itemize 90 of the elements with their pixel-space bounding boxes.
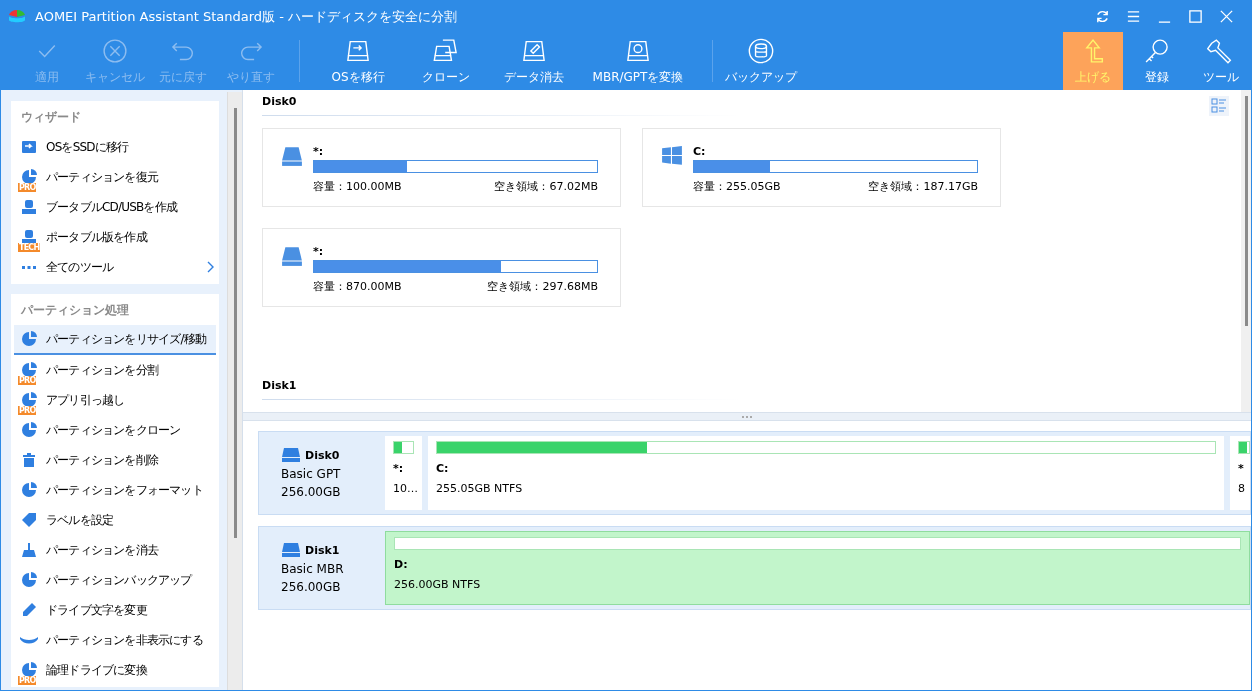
disk-heading: Disk0: [262, 95, 297, 110]
sidebar-item[interactable]: パーティションをリサイズ/移動: [14, 325, 216, 355]
partition-label: *:: [313, 145, 325, 160]
scrollbar[interactable]: [227, 92, 242, 690]
sidebar-item[interactable]: ラベルを設定: [14, 505, 216, 535]
partition-block[interactable]: D: 256.00GB NTFS: [385, 531, 1250, 605]
partition-label: *:: [393, 462, 405, 477]
drive-icon: [281, 145, 303, 167]
toolbar-button[interactable]: クローン: [402, 32, 490, 90]
partition-info: 255.05GB NTFS: [436, 482, 524, 495]
edition-badge: PRO: [18, 183, 37, 192]
disk-name: Disk1: [305, 543, 340, 557]
sidebar-item[interactable]: パーティションを削除: [14, 445, 216, 475]
sidebar-item[interactable]: パーティションをフォーマット: [14, 475, 216, 505]
sidebar-item[interactable]: パーティションを非表示にする: [14, 625, 216, 655]
partition-block[interactable]: C: 255.05GB NTFS: [428, 436, 1224, 510]
partition-info: 256.00GB NTFS: [394, 578, 482, 591]
key-icon: [1143, 36, 1171, 65]
sidebar-item[interactable]: TECH ポータブル版を作成: [14, 222, 216, 252]
database-refresh-icon: [747, 36, 775, 65]
disk-size: 256.00GB: [281, 485, 342, 499]
drive-icon: [281, 245, 303, 267]
partition-card[interactable]: C: 容量：255.05GB 空き領域：187.17GB: [642, 128, 1001, 207]
sidebar-item[interactable]: OSをSSDに移行: [14, 132, 216, 162]
closed-eye-icon: [20, 637, 38, 644]
partition-label: D:: [394, 558, 409, 573]
disk-heading: Disk1: [262, 379, 297, 394]
partition-card[interactable]: *: 容量：870.00MB 空き領域：297.68MB: [262, 228, 621, 307]
free-space-text: 空き領域：297.68MB: [487, 279, 598, 294]
disk-type: Basic MBR: [281, 562, 345, 576]
free-space-text: 空き領域：67.02MB: [494, 179, 598, 194]
toolbar-button[interactable]: OSを移行: [314, 32, 402, 90]
partition-block[interactable]: * 8: [1230, 436, 1250, 510]
view-toggle-icon[interactable]: [1209, 96, 1229, 116]
capacity-text: 容量：255.05GB: [693, 179, 781, 194]
partition-info: 8: [1238, 482, 1246, 495]
scrollbar[interactable]: [1241, 90, 1251, 412]
dots-icon: [22, 266, 36, 269]
sidebar-item[interactable]: PRO パーティションを分割: [14, 355, 216, 385]
toolbar-button[interactable]: 登録: [1127, 32, 1187, 90]
disk-size: 256.00GB: [281, 580, 342, 594]
toolbar-button[interactable]: MBR/GPTを変換: [578, 32, 698, 90]
maximize-icon[interactable]: [1188, 9, 1203, 24]
cancel-icon: [101, 36, 129, 65]
drive-icon: [281, 447, 301, 463]
capacity-text: 容量：870.00MB: [313, 279, 402, 294]
toolbar-button[interactable]: ツール: [1191, 32, 1251, 90]
disk-info[interactable]: Disk1 Basic MBR 256.00GB: [259, 531, 379, 605]
window-title: AOMEI Partition Assistant Standard版 - ハードディスクを安全に分割: [35, 7, 458, 26]
pencil-icon: [20, 601, 38, 619]
pie-icon: [20, 421, 38, 439]
tag-icon: [20, 511, 38, 529]
sidebar-item[interactable]: パーティションバックアップ: [14, 565, 216, 595]
partition-label: C:: [436, 462, 450, 477]
sidebar-item[interactable]: ドライブ文字を変更: [14, 595, 216, 625]
edition-badge: TECH: [18, 243, 41, 252]
free-space-text: 空き領域：187.17GB: [868, 179, 978, 194]
partition-label: C:: [693, 145, 707, 160]
sidebar-item[interactable]: 全てのツール: [14, 252, 216, 282]
partition-label: *:: [313, 245, 325, 260]
edition-badge: PRO: [18, 376, 37, 385]
partition-card[interactable]: *: 容量：100.00MB 空き領域：67.02MB: [262, 128, 621, 207]
disk-info[interactable]: Disk0 Basic GPT 256.00GB: [259, 436, 379, 510]
pie-icon: [20, 481, 38, 499]
sidebar-item[interactable]: パーティションを消去: [14, 535, 216, 565]
menu-icon[interactable]: [1126, 9, 1141, 24]
partition-block[interactable]: *: 10…: [385, 436, 422, 510]
drive-icon: [281, 542, 301, 558]
broom-icon: [20, 541, 38, 559]
partition-label: *: [1238, 462, 1245, 477]
pie-icon: [20, 571, 38, 589]
sidebar-item[interactable]: PRO 論理ドライブに変換: [14, 655, 216, 685]
section-title: パーティション処理: [20, 302, 130, 319]
chevron-right-icon: [206, 261, 214, 273]
splitter-handle[interactable]: [243, 412, 1251, 421]
capacity-text: 容量：100.00MB: [313, 179, 402, 194]
close-icon[interactable]: [1219, 9, 1234, 24]
toolbar-button[interactable]: データ消去: [490, 32, 578, 90]
sidebar-item[interactable]: PRO アプリ引っ越し: [14, 385, 216, 415]
disk-type: Basic GPT: [281, 467, 342, 481]
trash-icon: [20, 451, 38, 469]
sidebar-item[interactable]: ブータブルCD/USBを作成: [14, 192, 216, 222]
sidebar-item[interactable]: PRO パーティションを復元: [14, 162, 216, 192]
edition-badge: PRO: [18, 676, 37, 685]
sidebar-item[interactable]: パーティションをクローン: [14, 415, 216, 445]
disk-name: Disk0: [305, 448, 340, 462]
windows-icon: [661, 145, 683, 167]
refresh-icon[interactable]: [1095, 9, 1110, 24]
edition-badge: PRO: [18, 406, 37, 415]
section-title: ウィザード: [20, 109, 82, 126]
